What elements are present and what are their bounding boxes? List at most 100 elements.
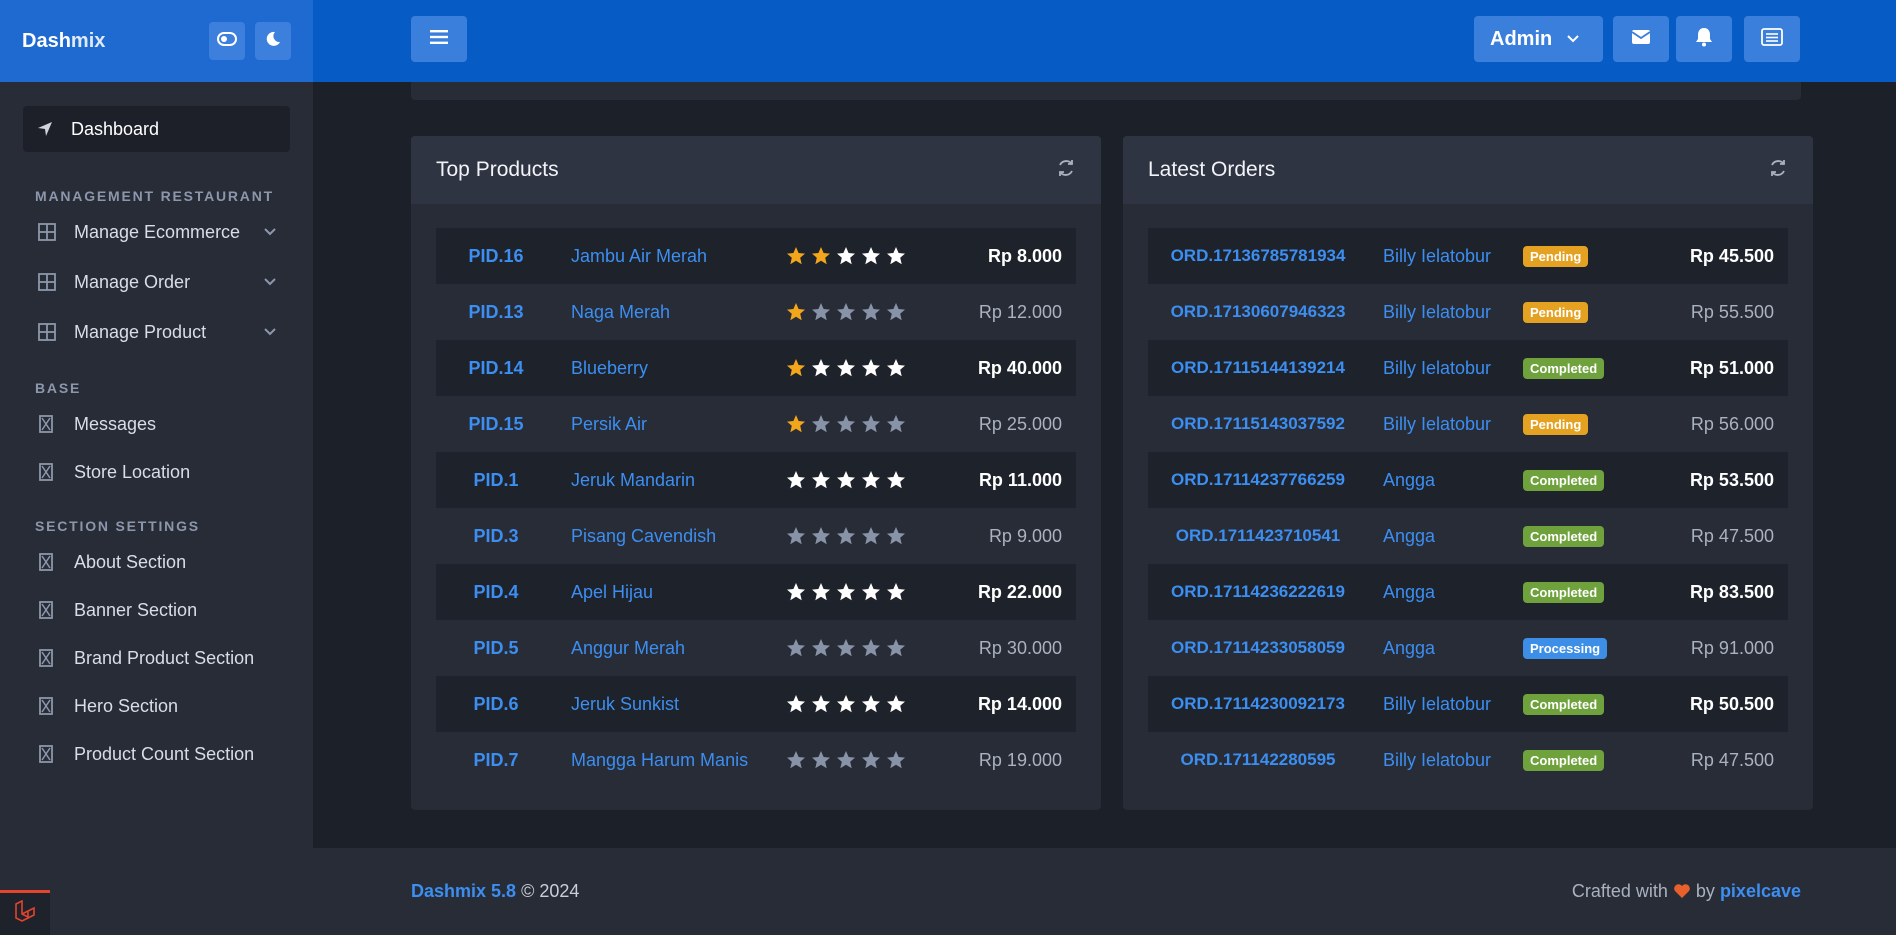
laravel-debugbar-button[interactable]: [0, 890, 50, 935]
refresh-icon[interactable]: [1768, 158, 1788, 183]
order-id-link[interactable]: ORD.17114237766259: [1148, 470, 1368, 490]
order-id-link[interactable]: ORD.17115143037592: [1148, 414, 1368, 434]
product-id-link[interactable]: PID.7: [436, 750, 556, 771]
customer-link[interactable]: Billy Ielatobur: [1368, 302, 1523, 323]
order-id-link[interactable]: ORD.17114233058059: [1148, 638, 1368, 658]
customer-link[interactable]: Angga: [1368, 470, 1523, 491]
menu-toggle-button[interactable]: [411, 16, 467, 62]
product-name-link[interactable]: Jeruk Sunkist: [556, 694, 786, 715]
status-badge: Pending: [1523, 246, 1589, 267]
product-id-link[interactable]: PID.14: [436, 358, 556, 379]
sidebar-item-messages[interactable]: Messages: [0, 400, 313, 448]
sidebar-item-manage-order[interactable]: Manage Order: [0, 258, 313, 306]
sidebar-item-dashboard[interactable]: Dashboard: [23, 106, 290, 152]
refresh-icon[interactable]: [1056, 158, 1076, 183]
star-icon: [886, 526, 906, 546]
footer-right: Crafted with by pixelcave: [1572, 881, 1801, 902]
product-id-link[interactable]: PID.13: [436, 302, 556, 323]
table-row: PID.1 Jeruk Mandarin Rp 11.000: [436, 452, 1076, 508]
product-name-link[interactable]: Apel Hijau: [556, 582, 786, 603]
chevron-down-icon: [263, 327, 277, 337]
sidebar-item-manage-product[interactable]: Manage Product: [0, 308, 313, 356]
location-arrow-icon: [37, 121, 55, 137]
sidebar-item-product-count-section[interactable]: Product Count Section: [0, 730, 313, 778]
table-row: ORD.171142280595 Billy Ielatobur Completed…: [1148, 732, 1788, 788]
sidebar-item-brand-product-section[interactable]: Brand Product Section: [0, 634, 313, 682]
rating-stars: [786, 302, 931, 322]
sidebar-item-banner-section[interactable]: Banner Section: [0, 586, 313, 634]
table-row: ORD.17115143037592 Billy Ielatobur Pending…: [1148, 396, 1788, 452]
notifications-button[interactable]: [1676, 16, 1732, 62]
order-id-link[interactable]: ORD.17130607946323: [1148, 302, 1368, 322]
status-cell: Completed: [1523, 469, 1643, 491]
status-badge: Completed: [1523, 358, 1605, 379]
customer-link[interactable]: Billy Ielatobur: [1368, 358, 1523, 379]
sidebar-item-manage-ecommerce[interactable]: Manage Ecommerce: [0, 208, 313, 256]
product-price: Rp 11.000: [978, 469, 1062, 490]
order-total: Rp 51.000: [1689, 357, 1774, 378]
sidebar-item-label: Store Location: [74, 461, 191, 482]
sidebar-item-about-section[interactable]: About Section: [0, 538, 313, 586]
side-overlay-button[interactable]: [1744, 16, 1800, 62]
user-dropdown-button[interactable]: Admin: [1474, 16, 1603, 62]
sidebar-item-hero-section[interactable]: Hero Section: [0, 682, 313, 730]
rating-stars: [786, 582, 931, 602]
customer-link[interactable]: Angga: [1368, 526, 1523, 547]
author-link[interactable]: pixelcave: [1720, 881, 1801, 901]
product-name-link[interactable]: Jambu Air Merah: [556, 246, 786, 267]
dark-mode-button[interactable]: [255, 22, 291, 60]
status-badge: Pending: [1523, 414, 1589, 435]
product-name-link[interactable]: Naga Merah: [556, 302, 786, 323]
sidebar-item-label: Manage Ecommerce: [74, 221, 241, 242]
messages-button[interactable]: [1613, 16, 1669, 62]
star-icon: [861, 414, 881, 434]
customer-link[interactable]: Billy Ielatobur: [1368, 414, 1523, 435]
order-id-link[interactable]: ORD.17114236222619: [1148, 582, 1368, 602]
order-id-link[interactable]: ORD.171142280595: [1148, 750, 1368, 770]
product-name-link[interactable]: Anggur Merah: [556, 638, 786, 659]
customer-link[interactable]: Billy Ielatobur: [1368, 750, 1523, 771]
latest-orders-table: ORD.17136785781934 Billy Ielatobur Pending…: [1123, 204, 1813, 788]
layout-toggle-button[interactable]: [209, 22, 245, 60]
product-name-link[interactable]: Pisang Cavendish: [556, 526, 786, 547]
chevron-down-icon: [263, 227, 277, 237]
customer-link[interactable]: Billy Ielatobur: [1368, 694, 1523, 715]
table-row: PID.14 Blueberry Rp 40.000: [436, 340, 1076, 396]
table-row: ORD.17130607946323 Billy Ielatobur Pending…: [1148, 284, 1788, 340]
star-icon: [836, 694, 856, 714]
product-name-link[interactable]: Blueberry: [556, 358, 786, 379]
product-price: Rp 40.000: [977, 357, 1062, 378]
star-icon: [861, 358, 881, 378]
product-name-link[interactable]: Jeruk Mandarin: [556, 470, 786, 491]
order-total: Rp 50.500: [1689, 693, 1774, 714]
brand-logo[interactable]: Dashmix: [22, 30, 105, 53]
product-id-link[interactable]: PID.3: [436, 526, 556, 547]
order-id-link[interactable]: ORD.1711423710541: [1148, 526, 1368, 546]
customer-link[interactable]: Billy Ielatobur: [1368, 246, 1523, 267]
order-total: Rp 83.500: [1689, 581, 1774, 602]
product-name-link[interactable]: Persik Air: [556, 414, 786, 435]
product-name-link[interactable]: Mangga Harum Manis: [556, 750, 786, 771]
sidebar-item-store-location[interactable]: Store Location: [0, 448, 313, 496]
product-id-link[interactable]: PID.16: [436, 246, 556, 267]
table-row: PID.3 Pisang Cavendish Rp 9.000: [436, 508, 1076, 564]
sidebar-item-label: About Section: [74, 551, 187, 572]
rating-stars: [786, 358, 931, 378]
sidebar: Dashmix Dashboard MANAGEMENT RESTAURANT …: [0, 0, 313, 935]
star-icon: [811, 246, 831, 266]
product-id-link[interactable]: PID.1: [436, 470, 556, 491]
product-id-link[interactable]: PID.15: [436, 414, 556, 435]
star-icon: [811, 638, 831, 658]
customer-link[interactable]: Angga: [1368, 582, 1523, 603]
customer-link[interactable]: Angga: [1368, 638, 1523, 659]
product-id-link[interactable]: PID.6: [436, 694, 556, 715]
order-id-link[interactable]: ORD.17115144139214: [1148, 358, 1368, 378]
order-id-link[interactable]: ORD.17136785781934: [1148, 246, 1368, 266]
order-total: Rp 45.500: [1689, 245, 1774, 266]
order-id-link[interactable]: ORD.17114230092173: [1148, 694, 1368, 714]
hourglass-icon: [38, 415, 56, 433]
product-id-link[interactable]: PID.4: [436, 582, 556, 603]
product-link[interactable]: Dashmix 5.8: [411, 881, 516, 901]
product-id-link[interactable]: PID.5: [436, 638, 556, 659]
order-total: Rp 47.500: [1690, 525, 1774, 546]
